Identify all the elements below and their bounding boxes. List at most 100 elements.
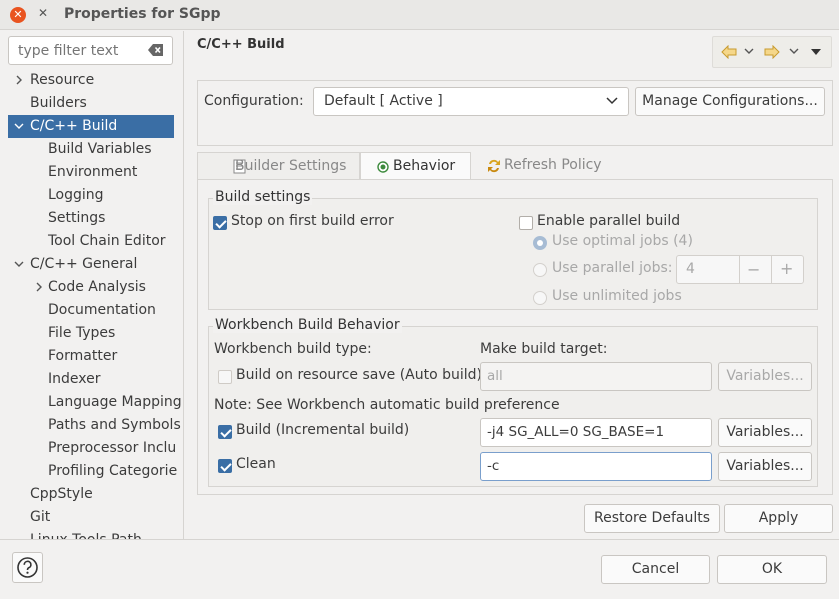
tab-builder-settings[interactable]: Builder Settings [197, 152, 360, 180]
sidebar-item-label: Environment [48, 164, 138, 180]
sidebar-item-label: Build Variables [48, 141, 152, 157]
clean-label: Clean [236, 456, 276, 472]
sidebar-item[interactable]: Environment [0, 161, 183, 184]
sidebar-item[interactable]: C/C++ General [0, 253, 183, 276]
sidebar-item[interactable]: Documentation [0, 299, 183, 322]
clean-variables-button[interactable]: Variables... [718, 452, 812, 481]
sidebar-item-label: Git [30, 509, 51, 525]
incremental-build-label: Build (Incremental build) [236, 422, 410, 438]
filter-input[interactable] [16, 42, 146, 60]
unlimited-jobs-radio[interactable] [533, 291, 547, 305]
incremental-build-checkbox[interactable] [218, 425, 232, 439]
optimal-jobs-radio[interactable] [533, 236, 547, 250]
sidebar: Resource Builders C/C++ Build Build Variabl… [0, 31, 184, 539]
sidebar-item[interactable]: Formatter [0, 345, 183, 368]
sidebar-item[interactable]: Builders [0, 92, 183, 115]
parallel-jobs-radio[interactable] [533, 263, 547, 277]
sidebar-item-label: Preprocessor Inclu [48, 440, 177, 456]
tab-refresh-policy[interactable]: Refresh Policy [471, 152, 621, 180]
chevron-right-icon[interactable] [34, 282, 44, 292]
back-arrow-icon[interactable] [721, 45, 737, 59]
build-target-label: Make build target: [480, 341, 608, 357]
forward-arrow-icon[interactable] [764, 45, 780, 59]
minimize-window-button[interactable]: ✕ [38, 6, 48, 20]
chevron-down-icon[interactable] [14, 259, 24, 269]
forward-menu-chevron-icon[interactable] [789, 48, 799, 55]
clean-target-field[interactable]: -c [480, 452, 712, 481]
sidebar-item-label: CppStyle [30, 486, 93, 502]
configuration-select[interactable]: Default [ Active ] [313, 87, 629, 116]
workbench-note: Note: See Workbench automatic build pref… [214, 397, 560, 413]
sidebar-item-label: Paths and Symbols [48, 417, 181, 433]
auto-build-checkbox[interactable] [218, 370, 232, 384]
incremental-build-target-field[interactable]: -j4 SG_ALL=0 SG_BASE=1 [480, 418, 712, 447]
sidebar-item[interactable]: Code Analysis [0, 276, 183, 299]
tab-behavior[interactable]: Behavior [360, 152, 471, 181]
chevron-down-icon [606, 97, 618, 105]
build-settings-group: Build settings Stop on first build error… [208, 189, 818, 310]
build-settings-title: Build settings [213, 189, 313, 205]
help-button[interactable] [12, 552, 43, 583]
filter-box[interactable] [8, 36, 173, 65]
manage-configurations-button[interactable]: Manage Configurations... [635, 87, 825, 116]
sidebar-item-label: File Types [48, 325, 116, 341]
configuration-label: Configuration: [204, 93, 304, 109]
parallel-build-checkbox[interactable] [519, 216, 533, 230]
configuration-panel: Configuration: Default [ Active ] Manage… [197, 80, 833, 146]
sidebar-item[interactable]: Build Variables [0, 138, 183, 161]
sidebar-item[interactable]: Linux Tools Path [0, 529, 183, 539]
sidebar-item[interactable]: File Types [0, 322, 183, 345]
decrement-button[interactable]: − [747, 260, 760, 279]
sidebar-item-label: Builders [30, 95, 87, 111]
sidebar-item-label: Settings [48, 210, 106, 226]
back-menu-chevron-icon[interactable] [744, 48, 754, 55]
sidebar-item[interactable]: Settings [0, 207, 183, 230]
sidebar-item[interactable]: Paths and Symbols [0, 414, 183, 437]
sidebar-item-label: Linux Tools Path [30, 529, 142, 539]
stop-on-error-checkbox[interactable] [213, 216, 227, 230]
help-icon [17, 557, 38, 578]
window-title: Properties for SGpp [64, 6, 221, 22]
sidebar-item-label: Profiling Categorie [48, 463, 178, 479]
sidebar-item[interactable]: Resource [0, 69, 183, 92]
sidebar-item-label: C/C++ Build [30, 118, 118, 134]
incremental-variables-button[interactable]: Variables... [718, 418, 812, 447]
sidebar-item-label: Code Analysis [48, 279, 146, 295]
parallel-jobs-label: Use parallel jobs: [552, 260, 673, 276]
sidebar-item[interactable]: CppStyle [0, 483, 183, 506]
sidebar-item[interactable]: Indexer [0, 368, 183, 391]
sidebar-item-label: Logging [48, 187, 104, 203]
sidebar-item[interactable]: Language Mapping [0, 391, 183, 414]
clear-filter-icon[interactable] [148, 43, 164, 57]
sidebar-item-label: Documentation [48, 302, 156, 318]
parallel-jobs-stepper[interactable]: 4 − + [676, 255, 804, 284]
clean-checkbox[interactable] [218, 459, 232, 473]
sidebar-item[interactable]: C/C++ Build [8, 115, 174, 138]
auto-build-label: Build on resource save (Auto build) [236, 367, 483, 383]
behavior-icon [377, 161, 389, 173]
view-menu-icon[interactable] [811, 49, 821, 55]
increment-button[interactable]: + [780, 259, 793, 278]
configuration-value: Default [ Active ] [324, 93, 443, 109]
chevron-down-icon[interactable] [14, 121, 24, 131]
behavior-tab-panel: Build settings Stop on first build error… [197, 179, 833, 495]
close-window-button[interactable]: ✕ [10, 7, 26, 23]
sidebar-item[interactable]: Preprocessor Inclu [0, 437, 183, 460]
auto-build-variables-button[interactable]: Variables... [718, 362, 812, 391]
cancel-button[interactable]: Cancel [601, 555, 710, 584]
sidebar-item[interactable]: Logging [0, 184, 183, 207]
ok-button[interactable]: OK [717, 555, 827, 584]
sidebar-item[interactable]: Profiling Categorie [0, 460, 183, 483]
sidebar-item[interactable]: Tool Chain Editor [0, 230, 183, 253]
chevron-right-icon[interactable] [14, 75, 24, 85]
sidebar-item[interactable]: Git [0, 506, 183, 529]
history-nav [712, 36, 832, 68]
tab-bar: Builder Settings Behavior Refresh Policy [197, 152, 833, 181]
apply-button[interactable]: Apply [724, 504, 833, 533]
workbench-build-group: Workbench Build Behavior Workbench build… [208, 317, 818, 487]
workbench-build-title: Workbench Build Behavior [213, 317, 402, 333]
dialog-button-bar: Cancel OK [0, 539, 839, 599]
restore-defaults-button[interactable]: Restore Defaults [584, 504, 720, 533]
auto-build-target-field[interactable]: all [480, 362, 712, 391]
stop-on-error-label: Stop on first build error [231, 213, 394, 229]
